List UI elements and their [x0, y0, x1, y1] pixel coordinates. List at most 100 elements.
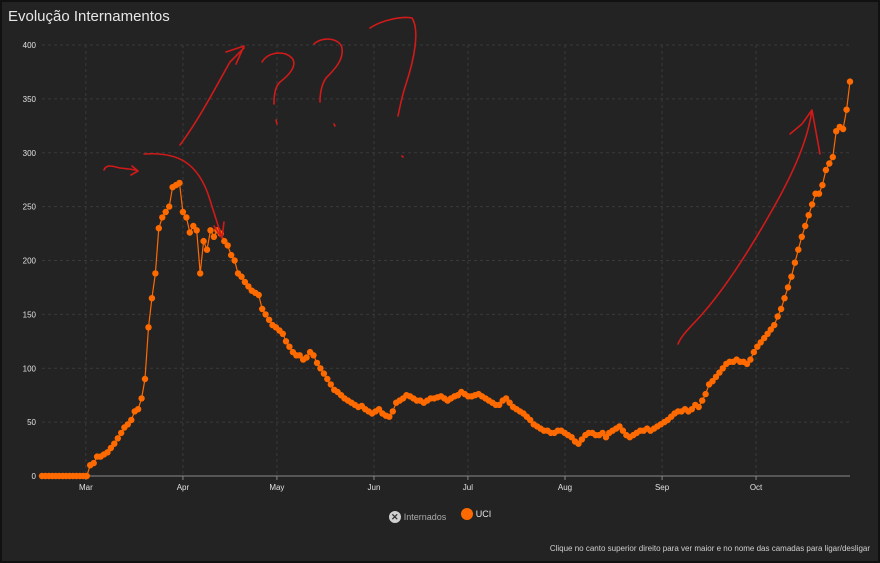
data-point[interactable]	[118, 429, 125, 437]
data-point[interactable]	[145, 324, 152, 331]
data-point[interactable]	[324, 375, 331, 383]
data-point[interactable]	[843, 106, 850, 113]
data-point[interactable]	[795, 246, 802, 253]
data-point[interactable]	[777, 305, 785, 313]
y-tick-label: 100	[23, 364, 37, 373]
data-point[interactable]	[114, 435, 122, 442]
legend-label-uci: UCI	[475, 509, 492, 519]
data-point[interactable]	[750, 348, 758, 356]
close-icon: ✕	[388, 511, 401, 523]
annotation-question-mark-1	[261, 52, 295, 125]
data-point[interactable]	[179, 208, 187, 216]
y-tick-label: 250	[23, 203, 37, 212]
y-tick-label: 200	[23, 257, 37, 266]
data-point[interactable]	[210, 233, 218, 240]
data-point[interactable]	[148, 295, 156, 302]
data-point[interactable]	[128, 416, 135, 424]
data-point[interactable]	[774, 313, 781, 320]
data-point[interactable]	[826, 160, 833, 167]
data-point[interactable]	[802, 222, 809, 230]
data-point[interactable]	[829, 153, 836, 161]
data-point[interactable]	[771, 321, 778, 329]
data-point[interactable]	[207, 227, 214, 234]
data-point[interactable]	[791, 259, 799, 266]
data-point[interactable]	[317, 365, 324, 372]
data-point[interactable]	[313, 359, 321, 367]
data-point[interactable]	[193, 227, 200, 234]
data-point[interactable]	[310, 352, 317, 359]
data-point[interactable]	[702, 390, 709, 398]
data-point[interactable]	[197, 270, 204, 277]
grid	[42, 44, 850, 476]
x-tick-label: Mar	[79, 483, 93, 492]
data-point[interactable]	[389, 408, 396, 415]
data-point[interactable]	[808, 201, 816, 208]
data-point[interactable]	[262, 311, 269, 318]
data-point[interactable]	[186, 229, 193, 236]
data-point[interactable]	[134, 406, 142, 413]
data-point[interactable]	[231, 257, 238, 264]
y-tick-label: 50	[27, 418, 36, 427]
data-point[interactable]	[699, 397, 706, 404]
data-point[interactable]	[747, 356, 754, 363]
legend-item-internados[interactable]: ✕ Internados	[388, 511, 447, 523]
data-point[interactable]	[788, 273, 795, 280]
data-point[interactable]	[798, 233, 805, 240]
data-point[interactable]	[259, 305, 266, 313]
data-point[interactable]	[286, 343, 293, 350]
data-point[interactable]	[83, 472, 91, 480]
data-point[interactable]	[819, 181, 826, 189]
chart-canvas: 0 50 100 150 200 250 300 350 400 Mar Apr May Jun Jul A…	[23, 16, 854, 492]
data-point[interactable]	[320, 370, 328, 377]
data-point[interactable]	[238, 273, 245, 280]
data-point[interactable]	[203, 246, 211, 253]
data-point[interactable]	[141, 375, 149, 383]
data-point[interactable]	[784, 284, 792, 291]
data-point[interactable]	[200, 237, 207, 245]
data-point[interactable]	[781, 295, 788, 302]
data-point[interactable]	[695, 403, 702, 411]
data-point[interactable]	[138, 395, 145, 402]
x-tick-label: Jul	[463, 483, 473, 492]
x-tick-label: Apr	[177, 483, 190, 492]
x-tick-label: Sep	[655, 483, 670, 492]
data-point[interactable]	[90, 459, 97, 467]
data-point[interactable]	[228, 251, 235, 259]
axes: 0 50 100 150 200 250 300 350 400 Mar Apr May Jun Jul A…	[23, 41, 850, 492]
data-point[interactable]	[224, 242, 231, 249]
legend-label-internados: Internados	[403, 512, 447, 522]
x-tick-label: May	[269, 483, 284, 492]
data-point[interactable]	[183, 214, 190, 221]
data-point[interactable]	[265, 316, 273, 323]
data-point[interactable]	[815, 190, 823, 197]
legend-marker-uci	[460, 508, 473, 520]
data-point[interactable]	[279, 330, 286, 337]
annotation-peak-arrow	[103, 165, 139, 176]
data-point[interactable]	[159, 214, 166, 221]
y-tick-label: 150	[23, 310, 37, 319]
data-point[interactable]	[839, 125, 847, 133]
data-point[interactable]	[155, 225, 162, 232]
data-point[interactable]	[255, 291, 262, 299]
data-point[interactable]	[303, 354, 310, 361]
data-point[interactable]	[822, 166, 830, 174]
data-point[interactable]	[386, 413, 393, 420]
data-point[interactable]	[805, 212, 812, 219]
data-point[interactable]	[166, 203, 173, 210]
y-tick-label: 400	[23, 41, 37, 50]
data-point[interactable]	[111, 440, 118, 447]
data-point[interactable]	[152, 270, 159, 277]
data-point[interactable]	[162, 208, 169, 216]
data-point[interactable]	[327, 381, 334, 388]
data-point[interactable]	[176, 179, 183, 187]
y-tick-label: 350	[23, 95, 37, 104]
x-tick-label: Oct	[750, 483, 763, 492]
annotation-down-arrow	[143, 152, 225, 239]
annotation-question-mark-3	[369, 16, 417, 158]
series-uci[interactable]	[38, 78, 854, 480]
data-point[interactable]	[846, 78, 854, 85]
legend-item-uci[interactable]: UCI	[460, 508, 492, 520]
y-tick-label: 300	[23, 149, 37, 158]
data-point[interactable]	[282, 338, 290, 345]
x-tick-label: Jun	[368, 483, 381, 492]
